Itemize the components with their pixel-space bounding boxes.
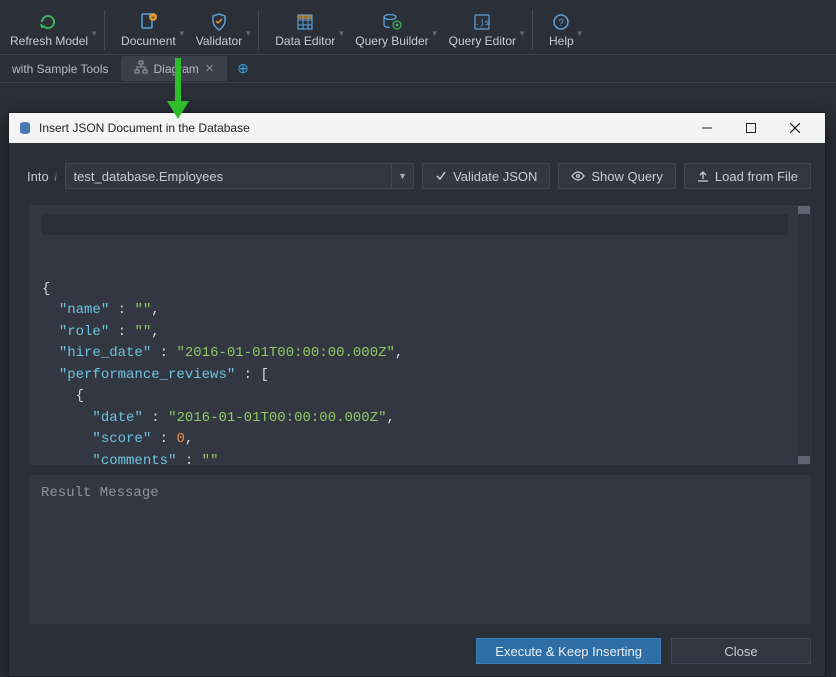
chevron-down-icon: ▼ [244,29,252,38]
toolbar-separator [258,10,259,50]
close-icon[interactable]: ✕ [205,62,214,75]
chevron-down-icon[interactable]: ▼ [391,164,413,188]
chevron-down-icon: ▼ [431,29,439,38]
document-tool[interactable]: + Document ▼ [111,8,186,50]
help-icon: ? [549,10,573,34]
result-placeholder: Result Message [41,485,159,501]
dialog-body: Into i ▼ Validate JSON Show Query Load f… [9,143,825,676]
execute-keep-inserting-button[interactable]: Execute & Keep Inserting [476,638,661,664]
tool-label: Refresh Model [10,34,88,48]
chevron-down-icon: ▼ [178,29,186,38]
tab-sample-tools[interactable]: with Sample Tools [0,58,122,80]
tool-label: Help [549,34,574,48]
collection-select[interactable]: ▼ [65,163,415,189]
tab-diagram[interactable]: Diagram ✕ [122,56,228,81]
svg-text:?: ? [559,18,565,29]
main-toolbar: Refresh Model ▼ + Document ▼ Validator ▼… [0,0,836,55]
chevron-down-icon: ▼ [90,29,98,38]
upload-icon [697,170,709,182]
eye-icon [571,170,585,182]
help-tool[interactable]: ? Help ▼ [539,8,584,50]
data-editor-tool[interactable]: Data Editor ▼ [265,8,345,50]
diagram-icon [134,60,148,77]
add-tab-button[interactable]: ⊕ [227,60,259,77]
check-icon [435,170,447,182]
tab-label: with Sample Tools [12,62,109,76]
toolbar-separator [532,10,533,50]
dialog-title: Insert JSON Document in the Database [39,121,250,135]
svg-text:.js: .js [475,18,490,27]
insert-json-dialog: Insert JSON Document in the Database Int… [8,112,826,677]
chevron-down-icon: ▼ [518,29,526,38]
result-message-area: Result Message [29,475,811,624]
minimize-button[interactable] [685,113,729,143]
maximize-button[interactable] [729,113,773,143]
code-icon: .js [470,10,494,34]
toolbar-separator [104,10,105,50]
database-icon [17,120,33,136]
tool-label: Query Builder [355,34,428,48]
chevron-down-icon: ▼ [337,29,345,38]
close-button[interactable]: Close [671,638,811,664]
validate-json-button[interactable]: Validate JSON [422,163,550,189]
into-label: Into i [27,169,57,184]
into-row: Into i ▼ Validate JSON Show Query Load f… [9,143,825,199]
query-editor-tool[interactable]: .js Query Editor ▼ [439,8,526,50]
grid-icon [293,10,317,34]
editor-scrollbar[interactable] [798,206,810,464]
tab-label: Diagram [154,62,199,76]
query-builder-tool[interactable]: Query Builder ▼ [345,8,438,50]
database-gear-icon [380,10,404,34]
refresh-icon [37,10,61,34]
dialog-footer: Execute & Keep Inserting Close [9,634,825,676]
document-icon: + [136,10,160,34]
validator-tool[interactable]: Validator ▼ [186,8,252,50]
dialog-titlebar: Insert JSON Document in the Database [9,113,825,143]
tool-label: Data Editor [275,34,335,48]
chevron-down-icon: ▼ [576,29,584,38]
tabstrip: with Sample Tools Diagram ✕ ⊕ [0,55,836,83]
tool-label: Document [121,34,176,48]
refresh-model-tool[interactable]: Refresh Model ▼ [0,8,98,50]
svg-text:+: + [151,15,155,22]
tool-label: Validator [196,34,242,48]
json-editor[interactable]: { "name" : "", "role" : "", "hire_date" … [29,205,811,465]
close-window-button[interactable] [773,113,817,143]
collection-input[interactable] [66,169,392,184]
shield-icon [207,10,231,34]
show-query-button[interactable]: Show Query [558,163,676,189]
tool-label: Query Editor [449,34,516,48]
load-from-file-button[interactable]: Load from File [684,163,811,189]
